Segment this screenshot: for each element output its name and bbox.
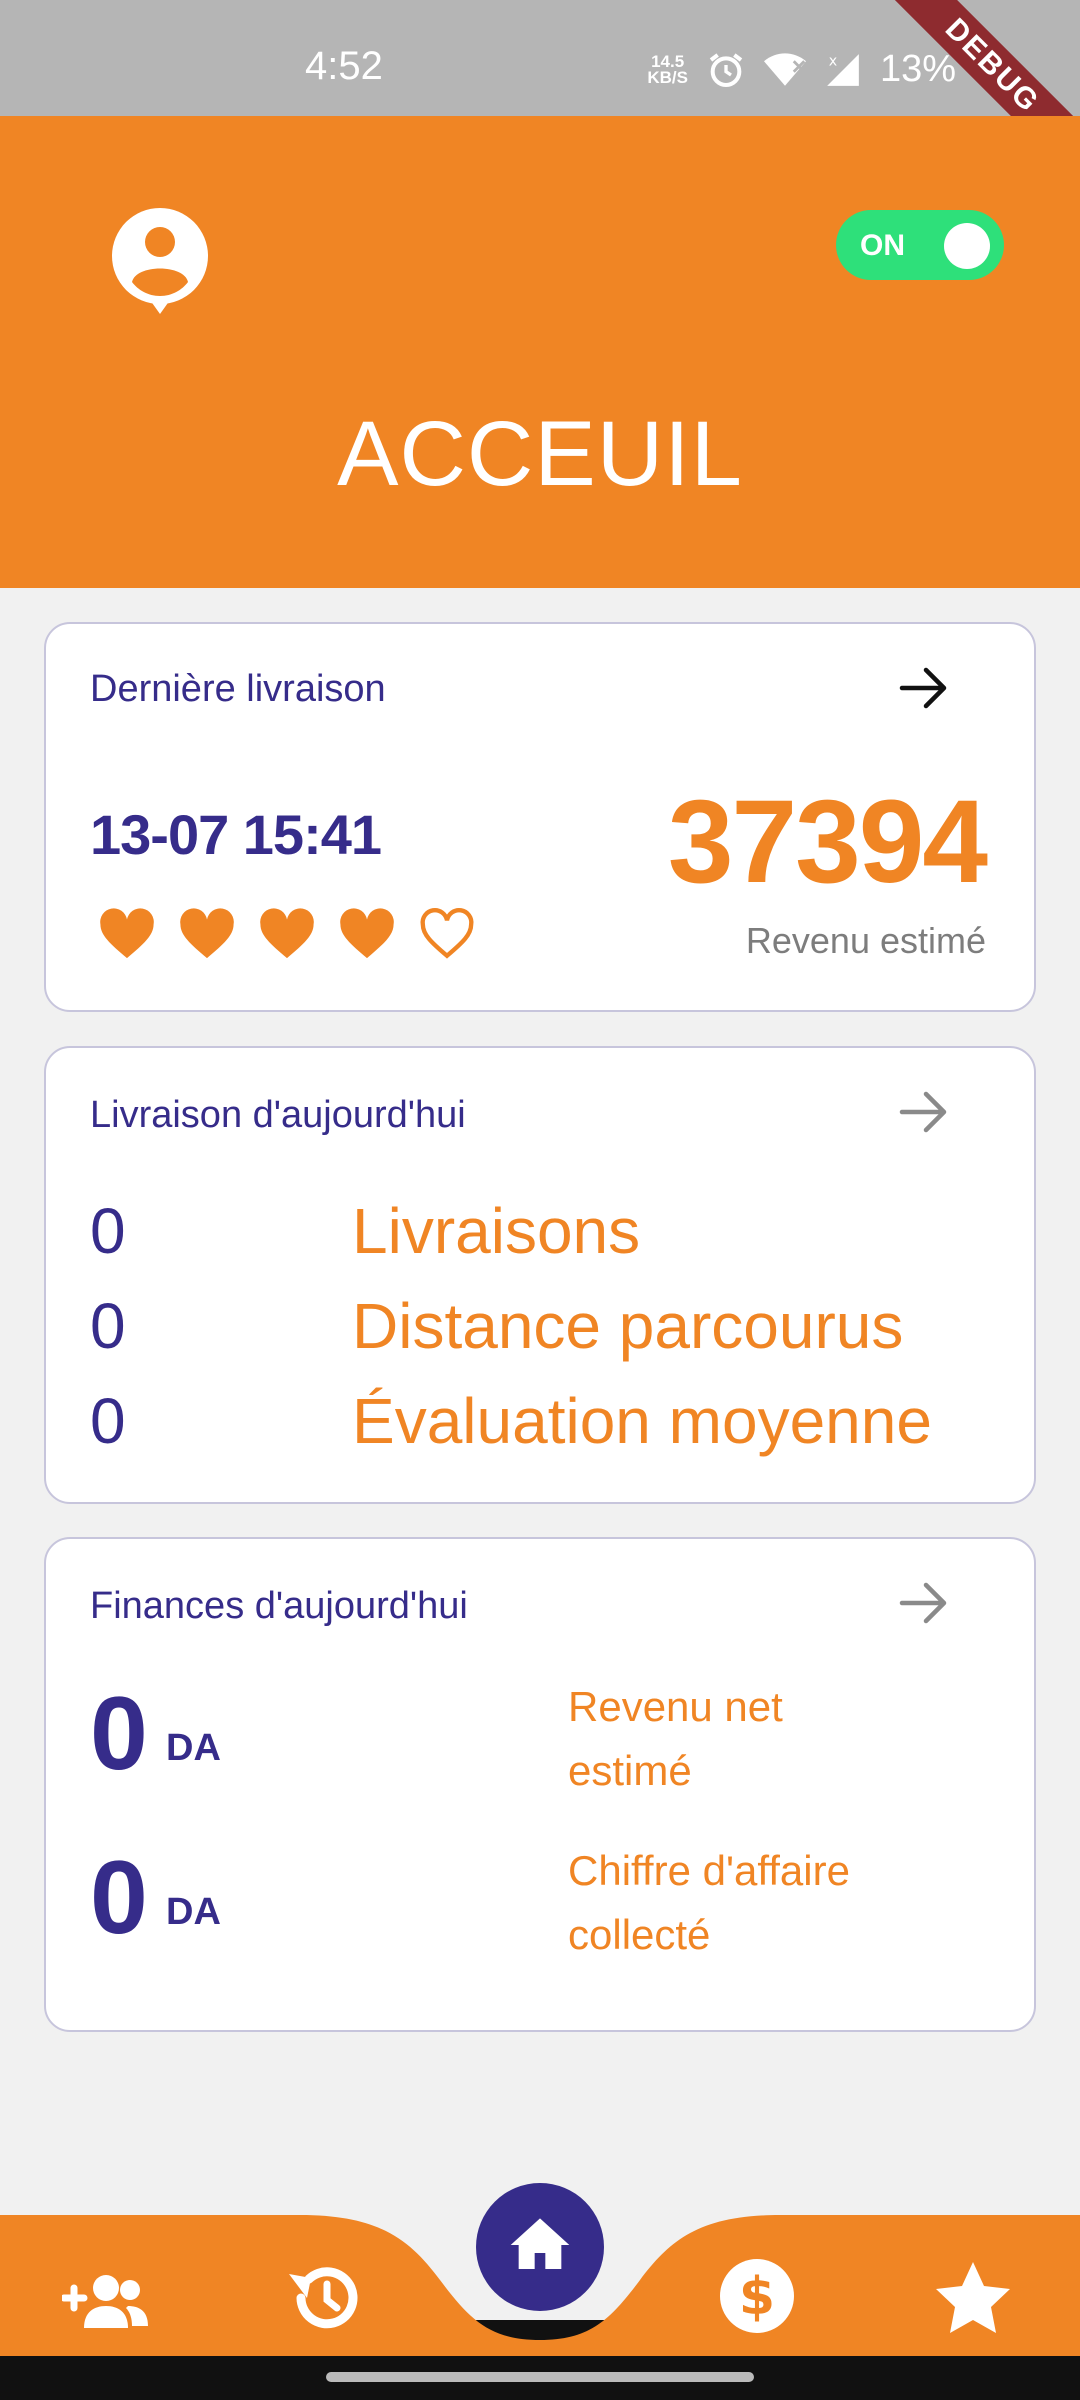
gesture-bar — [326, 2372, 754, 2382]
finance-label: Revenu net estimé — [568, 1675, 928, 1803]
home-button[interactable] — [476, 2183, 604, 2311]
last-delivery-card[interactable]: Dernière livraison 13-07 15:41 37394 Rev… — [44, 622, 1036, 1012]
estimated-revenue-value: 37394 — [667, 776, 988, 908]
stat-value: 0 — [90, 1385, 126, 1457]
finance-row: 0 DA Chiffre d'affaire collecté — [90, 1839, 1010, 1979]
stat-value: 0 — [90, 1290, 126, 1362]
add-user-icon[interactable] — [62, 2262, 152, 2342]
toggle-knob — [944, 223, 990, 269]
stat-label: Évaluation moyenne — [352, 1385, 932, 1457]
dollar-icon[interactable]: $ — [712, 2256, 802, 2336]
currency-unit: DA — [166, 1891, 221, 1933]
svg-text:$: $ — [739, 2267, 775, 2327]
today-deliveries-card[interactable]: Livraison d'aujourd'hui 0 Livraisons 0 D… — [44, 1046, 1036, 1504]
heart-filled-icon — [260, 908, 314, 959]
profile-icon[interactable] — [110, 208, 210, 318]
finance-label-line: collecté — [568, 1911, 711, 1958]
finance-label-line: Chiffre d'affaire — [568, 1847, 850, 1894]
heart-outline-icon — [420, 908, 474, 959]
toggle-label: ON — [860, 229, 905, 262]
arrow-right-icon[interactable] — [898, 1581, 950, 1625]
stat-row: 0 Évaluation moyenne — [90, 1384, 990, 1464]
finance-value: 0 — [90, 1840, 148, 1956]
stat-label: Distance parcourus — [352, 1290, 904, 1362]
heart-filled-icon — [180, 908, 234, 959]
network-speed: 14.5 KB/S — [647, 53, 688, 87]
availability-toggle[interactable]: ON — [836, 210, 1004, 280]
stat-value: 0 — [90, 1195, 126, 1267]
currency-unit: DA — [166, 1727, 221, 1769]
finance-label-line: Revenu net — [568, 1683, 783, 1730]
today-finances-card[interactable]: Finances d'aujourd'hui 0 DA Revenu net e… — [44, 1537, 1036, 2032]
network-speed-unit: KB/S — [647, 67, 688, 87]
last-delivery-datetime: 13-07 15:41 — [90, 803, 382, 866]
rating-hearts — [98, 906, 476, 962]
arrow-right-icon[interactable] — [898, 666, 950, 710]
battery-level: 13% — [879, 48, 956, 90]
page-title: ACCEUIL — [337, 403, 743, 505]
finance-label-line: estimé — [568, 1747, 692, 1794]
wifi-icon — [763, 52, 806, 86]
svg-text:x: x — [829, 53, 837, 69]
alarm-icon — [709, 52, 743, 87]
home-icon — [510, 2218, 570, 2269]
heart-filled-icon — [100, 908, 154, 959]
finance-value: 0 — [90, 1676, 148, 1792]
signal-icon: x — [827, 53, 859, 86]
bottom-navigation: $ — [0, 2180, 1080, 2400]
heart-filled-icon — [340, 908, 394, 959]
stat-row: 0 Distance parcourus — [90, 1289, 990, 1369]
star-icon[interactable] — [928, 2258, 1018, 2338]
header: ON ACCEUIL — [0, 116, 1080, 588]
status-bar: 4:52 14.5 KB/S x 13% DEBUG — [0, 0, 1080, 188]
card-title: Finances d'aujourd'hui — [90, 1585, 468, 1627]
stat-row: 0 Livraisons — [90, 1194, 990, 1274]
arrow-right-icon[interactable] — [898, 1090, 950, 1134]
finance-label: Chiffre d'affaire collecté — [568, 1839, 928, 1967]
stat-label: Livraisons — [352, 1195, 641, 1267]
history-icon[interactable] — [280, 2258, 370, 2338]
finance-row: 0 DA Revenu net estimé — [90, 1675, 1010, 1815]
status-time: 4:52 — [305, 44, 383, 88]
card-title: Dernière livraison — [90, 668, 386, 710]
estimated-revenue-label: Revenu estimé — [745, 920, 986, 961]
card-title: Livraison d'aujourd'hui — [90, 1094, 466, 1136]
